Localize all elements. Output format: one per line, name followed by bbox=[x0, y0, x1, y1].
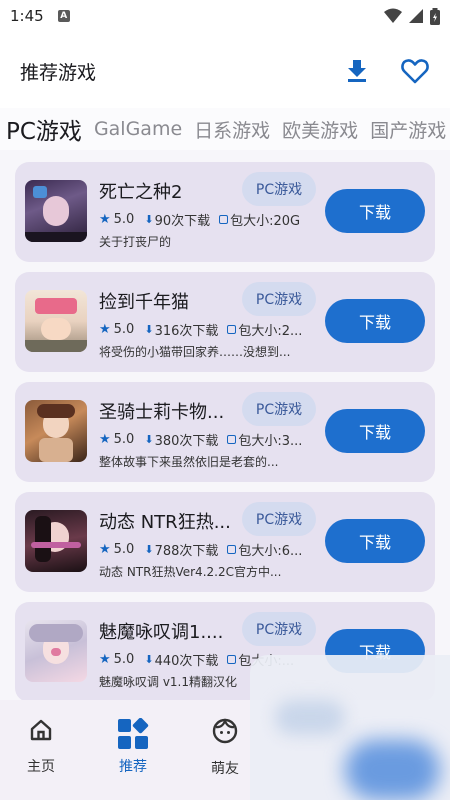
download-game-button[interactable]: 下载 bbox=[325, 189, 425, 233]
app-actions bbox=[342, 56, 430, 86]
category-tabs: PC游戏 GalGame 日系游戏 欧美游戏 国产游戏 bbox=[0, 108, 450, 150]
signal-icon bbox=[409, 9, 423, 23]
download-game-button[interactable]: 下载 bbox=[325, 299, 425, 343]
game-meta: ★ 5.0 ⬇ 90次下载 包大小:20G bbox=[99, 210, 313, 229]
category-chip[interactable]: PC游戏 bbox=[242, 392, 316, 426]
package-size-icon bbox=[227, 434, 237, 444]
package-size: 包大小:20G bbox=[230, 213, 301, 229]
download-count: 440次下载 bbox=[154, 653, 219, 669]
status-icons bbox=[384, 7, 440, 25]
notification-a-icon: A bbox=[57, 10, 70, 22]
game-description: 动态 NTR狂热Ver4.2.2C官方中... bbox=[99, 565, 282, 579]
game-title: 捡到千年猫 bbox=[99, 292, 189, 313]
game-description: 将受伤的小猫带回家养……没想到... bbox=[99, 345, 291, 359]
package-size: 包大小:6... bbox=[238, 543, 303, 559]
heart-icon bbox=[401, 59, 429, 84]
blurred-overlay bbox=[250, 655, 450, 800]
download-count: 788次下载 bbox=[154, 543, 219, 559]
nav-label: 推荐 bbox=[119, 759, 147, 775]
nav-item-recommend[interactable]: 推荐 bbox=[98, 718, 168, 776]
grid-icon bbox=[118, 718, 149, 749]
home-icon bbox=[30, 719, 52, 741]
tab-domestic-games[interactable]: 国产游戏 bbox=[370, 116, 446, 143]
game-list[interactable]: 死亡之种2 PC游戏 ★ 5.0 ⬇ 90次下载 包大小:20G 关于打丧尸的 … bbox=[0, 150, 450, 702]
nav-item-home[interactable]: 主页 bbox=[6, 718, 76, 776]
category-chip[interactable]: PC游戏 bbox=[242, 172, 316, 206]
game-title: 动态 NTR狂热... bbox=[99, 512, 231, 533]
star-icon: ★ bbox=[99, 211, 111, 227]
download-count-icon: ⬇ bbox=[144, 652, 154, 666]
game-card[interactable]: 圣骑士莉卡物... PC游戏 ★ 5.0 ⬇ 380次下载 包大小:3... 整… bbox=[15, 382, 435, 482]
favorite-button[interactable] bbox=[400, 56, 430, 86]
game-description: 整体故事下来虽然依旧是老套的... bbox=[99, 455, 279, 469]
wifi-icon bbox=[384, 8, 402, 23]
game-card[interactable]: 捡到千年猫 PC游戏 ★ 5.0 ⬇ 316次下载 包大小:2... 将受伤的小… bbox=[15, 272, 435, 372]
download-count-icon: ⬇ bbox=[144, 542, 154, 556]
package-size-icon bbox=[227, 544, 237, 554]
game-title: 魅魔咏叹调1.... bbox=[99, 622, 224, 643]
download-count: 316次下载 bbox=[154, 323, 219, 339]
rating-value: 5.0 bbox=[113, 541, 135, 557]
blurred-button bbox=[345, 740, 440, 800]
tab-western-games[interactable]: 欧美游戏 bbox=[282, 116, 358, 143]
page-title: 推荐游戏 bbox=[20, 61, 97, 84]
download-icon bbox=[348, 60, 366, 82]
tab-label: PC游戏 bbox=[6, 119, 82, 145]
star-icon: ★ bbox=[99, 541, 111, 557]
download-count-icon: ⬇ bbox=[144, 212, 154, 226]
game-thumbnail bbox=[25, 510, 87, 572]
download-count: 90次下载 bbox=[154, 213, 211, 229]
game-card[interactable]: 动态 NTR狂热... PC游戏 ★ 5.0 ⬇ 788次下载 包大小:6...… bbox=[15, 492, 435, 592]
star-icon: ★ bbox=[99, 651, 111, 667]
game-meta: ★ 5.0 ⬇ 380次下载 包大小:3... bbox=[99, 430, 313, 449]
rating-value: 5.0 bbox=[113, 211, 135, 227]
nav-label: 萌友 bbox=[211, 761, 239, 777]
blurred-shape bbox=[275, 700, 345, 735]
category-chip[interactable]: PC游戏 bbox=[242, 282, 316, 316]
tab-galgame[interactable]: GalGame bbox=[94, 118, 182, 140]
game-title: 圣骑士莉卡物... bbox=[99, 402, 225, 423]
face-icon bbox=[212, 718, 238, 744]
package-size: 包大小:3... bbox=[238, 433, 303, 449]
status-bar: 1:45 A bbox=[0, 0, 450, 32]
rating-value: 5.0 bbox=[113, 651, 135, 667]
category-chip[interactable]: PC游戏 bbox=[242, 502, 316, 536]
package-size-icon bbox=[219, 214, 229, 224]
download-count-icon: ⬇ bbox=[144, 432, 154, 446]
download-button[interactable] bbox=[342, 56, 372, 86]
battery-icon bbox=[430, 7, 440, 25]
game-thumbnail bbox=[25, 400, 87, 462]
category-chip[interactable]: PC游戏 bbox=[242, 612, 316, 646]
package-size-icon bbox=[227, 324, 237, 334]
download-game-button[interactable]: 下载 bbox=[325, 519, 425, 563]
download-count: 380次下载 bbox=[154, 433, 219, 449]
game-description: 关于打丧尸的 bbox=[99, 235, 172, 249]
status-time: 1:45 bbox=[10, 7, 44, 25]
app-bar: 推荐游戏 bbox=[0, 40, 450, 102]
rating-value: 5.0 bbox=[113, 431, 135, 447]
download-game-button[interactable]: 下载 bbox=[325, 409, 425, 453]
package-size: 包大小:2... bbox=[238, 323, 303, 339]
star-icon: ★ bbox=[99, 321, 111, 337]
rating-value: 5.0 bbox=[113, 321, 135, 337]
game-title: 死亡之种2 bbox=[99, 182, 183, 203]
tab-pc-games[interactable]: PC游戏 bbox=[6, 112, 82, 146]
star-icon: ★ bbox=[99, 431, 111, 447]
download-count-icon: ⬇ bbox=[144, 322, 154, 336]
nav-label: 主页 bbox=[27, 759, 55, 775]
game-thumbnail bbox=[25, 290, 87, 352]
game-thumbnail bbox=[25, 180, 87, 242]
game-card[interactable]: 死亡之种2 PC游戏 ★ 5.0 ⬇ 90次下载 包大小:20G 关于打丧尸的 … bbox=[15, 162, 435, 262]
game-meta: ★ 5.0 ⬇ 316次下载 包大小:2... bbox=[99, 320, 313, 339]
game-meta: ★ 5.0 ⬇ 788次下载 包大小:6... bbox=[99, 540, 313, 559]
game-thumbnail bbox=[25, 620, 87, 682]
tab-japanese-games[interactable]: 日系游戏 bbox=[194, 116, 270, 143]
package-size-icon bbox=[227, 654, 237, 664]
